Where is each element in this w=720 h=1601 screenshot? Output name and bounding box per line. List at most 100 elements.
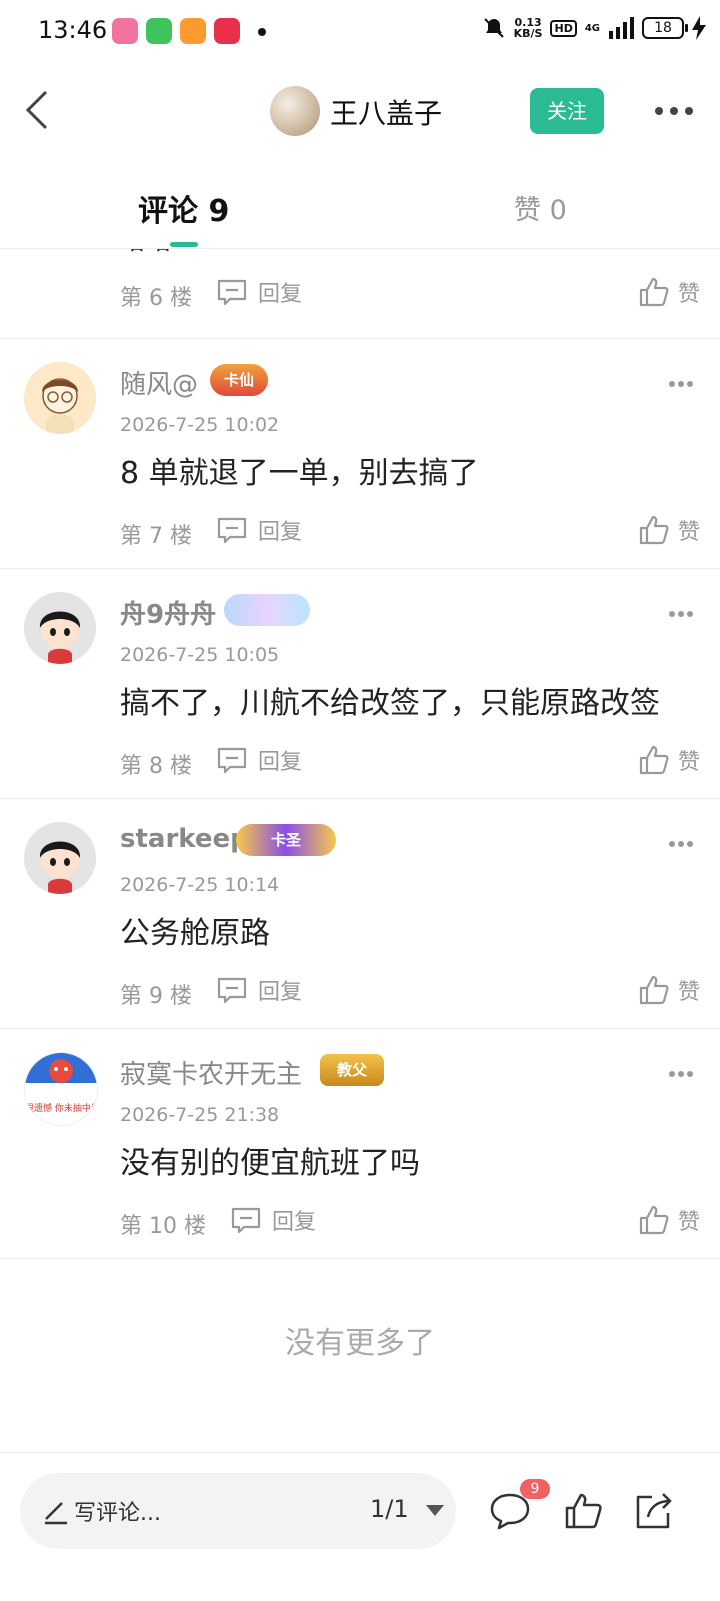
page-title[interactable]: 王八盖子 [330, 92, 442, 132]
divider [0, 1258, 720, 1259]
commenter-name[interactable]: 寂寞卡农开无主 [120, 1054, 302, 1091]
comment-count-badge: 9 [520, 1479, 550, 1499]
like-button[interactable]: 赞 [638, 514, 700, 546]
comment-more-icon[interactable] [668, 380, 694, 388]
floor-number: 第 10 楼 [120, 1214, 206, 1239]
like-label: 赞 [677, 520, 700, 545]
commenter-name[interactable]: 舟9舟舟 [120, 594, 216, 631]
floor-number: 第 6 楼 [120, 286, 192, 311]
mute-bell-icon [483, 18, 504, 38]
thumbs-up-icon [639, 515, 669, 545]
top-app-bar: 王八盖子 关注 [0, 64, 720, 156]
redbook-notification-icon [214, 18, 240, 44]
signal-bars-icon [609, 17, 634, 39]
comment-more-icon[interactable] [668, 840, 694, 848]
comment-more-icon[interactable] [668, 1070, 694, 1078]
floor-number: 第 9 楼 [120, 984, 192, 1009]
level-badge: 教父 [320, 1054, 384, 1086]
comment-input-placeholder: 写评论... [74, 1501, 161, 1526]
commenter-avatar[interactable]: 很遗憾 你未抽中奖励 [24, 1052, 98, 1126]
tab-likes[interactable]: 赞 0 [514, 188, 567, 227]
level-badge: 卡圣 [236, 824, 336, 856]
status-bar: 13:46 0.13 KB/S HD 4G 18 [0, 0, 720, 64]
commenter-name[interactable]: 随风@ [120, 364, 198, 401]
reply-button[interactable]: 回复 [230, 1204, 316, 1236]
comment-timestamp: 2026-7-25 10:14 [120, 874, 280, 896]
net-speed-unit: KB/S [513, 27, 543, 40]
like-button[interactable]: 赞 [638, 974, 700, 1006]
reply-button[interactable]: 回复 [216, 744, 302, 776]
reply-label: 回复 [258, 520, 303, 545]
avatar-caption: 很遗憾 你未抽中奖励 [25, 1104, 97, 1114]
like-post-icon[interactable] [562, 1489, 606, 1533]
cartoon-boy-avatar-icon [24, 362, 96, 434]
decorative-badge-icon [224, 594, 310, 626]
lottery-result-avatar-icon [25, 1053, 97, 1115]
like-label: 赞 [677, 750, 700, 775]
like-button[interactable]: 赞 [638, 1204, 700, 1236]
page-indicator[interactable]: 1/1 [370, 1495, 409, 1523]
comment-footer: 第 10 楼 回复 赞 [120, 1204, 700, 1244]
cartoon-child-avatar-icon [24, 592, 96, 664]
reply-button[interactable]: 回复 [216, 514, 302, 546]
comment-text: 没有别的便宜航班了吗 [120, 1146, 420, 1181]
comment-footer: 第 8 楼 回复 赞 [120, 744, 700, 784]
status-indicators: 0.13 KB/S HD 4G 18 [482, 16, 706, 40]
comment-text: 公务舱原路 [120, 916, 270, 951]
commenter-avatar[interactable] [24, 822, 96, 894]
net-speed: 0.13 KB/S [514, 17, 543, 39]
reply-label: 回复 [258, 750, 303, 775]
hd-voice-icon: HD [550, 19, 577, 37]
share-icon[interactable] [632, 1489, 676, 1533]
reply-label: 回复 [258, 282, 303, 307]
comment-text: 8 单就退了一单，别去搞了 [120, 456, 479, 491]
reply-button[interactable]: 回复 [216, 276, 302, 308]
comment-timestamp: 2026-7-25 10:05 [120, 644, 280, 666]
like-label: 赞 [677, 980, 700, 1005]
like-label: 赞 [677, 282, 700, 307]
reply-label: 回复 [258, 980, 303, 1005]
back-arrow-icon[interactable] [18, 88, 58, 132]
end-of-list-text: 没有更多了 [285, 1326, 435, 1361]
comment-timestamp: 2026-7-25 10:02 [120, 414, 280, 436]
tab-bar: 评论 9 赞 0 [0, 156, 720, 249]
comment-item: starkeep 卡圣 2026-7-25 10:14 公务舱原路 第 9 楼 … [0, 798, 720, 1032]
commenter-avatar[interactable] [24, 592, 96, 664]
level-badge: 卡仙 [210, 364, 268, 396]
page-dropdown-icon[interactable] [426, 1505, 444, 1516]
like-label: 赞 [677, 1210, 700, 1235]
message-notification-icon [146, 18, 172, 44]
comment-footer: 第 6 楼 回复 赞 [120, 276, 700, 316]
reply-button[interactable]: 回复 [216, 974, 302, 1006]
more-notifications-dot-icon [258, 28, 266, 36]
comment-timestamp: 2026-7-25 21:38 [120, 1104, 280, 1126]
thumbs-up-icon [639, 1205, 669, 1235]
more-options-icon[interactable] [654, 106, 694, 116]
cartoon-child-avatar-icon [24, 822, 96, 894]
follow-button[interactable]: 关注 [530, 88, 604, 134]
tab-comments[interactable]: 评论 9 [138, 186, 229, 230]
reply-label: 回复 [272, 1210, 317, 1235]
like-button[interactable]: 赞 [638, 744, 700, 776]
comment-text: 搞不了，川航不给改签了，只能原路改签 [120, 686, 660, 721]
reply-bubble-icon [217, 977, 247, 1004]
comment-footer: 第 9 楼 回复 赞 [120, 974, 700, 1014]
bottom-action-bar: 写评论... 1/1 9 [0, 1452, 720, 1601]
comment-item: 舟9舟舟 2026-7-25 10:05 搞不了，川航不给改签了，只能原路改签 … [0, 568, 720, 802]
network-type: 4G [584, 22, 600, 34]
app-notification-icon [112, 18, 138, 44]
comment-item: 很遗憾 你未抽中奖励 寂寞卡农开无主 教父 2026-7-25 21:38 没有… [0, 1028, 720, 1262]
reply-bubble-icon [231, 1207, 261, 1234]
reply-bubble-icon [217, 517, 247, 544]
video-notification-icon [180, 18, 206, 44]
active-tab-indicator [170, 242, 198, 247]
comment-input[interactable]: 写评论... 1/1 [20, 1473, 456, 1549]
like-button[interactable]: 赞 [638, 276, 700, 308]
comment-more-icon[interactable] [668, 610, 694, 618]
author-avatar[interactable] [270, 86, 320, 136]
commenter-name[interactable]: starkeep [120, 824, 249, 854]
commenter-avatar[interactable] [24, 362, 96, 434]
thumbs-up-icon [639, 975, 669, 1005]
comment-item: 随风@ 卡仙 2026-7-25 10:02 8 单就退了一单，别去搞了 第 7… [0, 338, 720, 572]
status-time: 13:46 [38, 16, 108, 44]
